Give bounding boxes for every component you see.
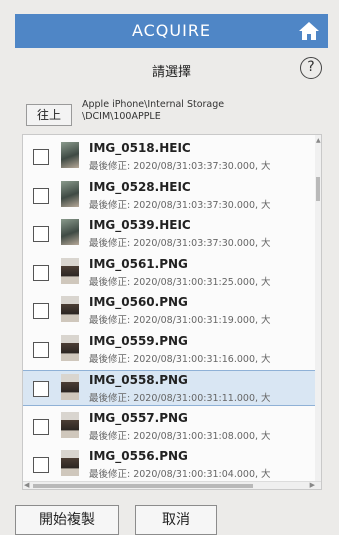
file-modified: 最後修正: 2020/08/31:00:31:04.000, 大 [89,469,271,480]
file-checkbox[interactable] [33,264,49,281]
current-path: Apple iPhone\Internal Storage \DCIM\100A… [82,99,225,122]
action-bar: 開始複製 取消 [15,505,328,535]
file-row[interactable]: IMG_0528.HEIC 最後修正: 2020/08/31:03:37:30.0… [23,178,317,214]
file-checkbox[interactable] [33,303,49,319]
file-row[interactable]: IMG_0557.PNG 最後修正: 2020/08/31:00:31:08.00… [23,409,317,445]
scroll-left-icon[interactable]: ◀ [24,481,29,489]
file-list: IMG_0518.HEIC 最後修正: 2020/08/31:03:37:30.0… [22,134,322,490]
file-modified: 最後修正: 2020/08/31:00:31:08.000, 大 [89,430,271,442]
file-thumbnail [61,257,79,284]
file-row[interactable]: IMG_0561.PNG 最後修正: 2020/08/31:00:31:25.00… [23,255,317,291]
up-button[interactable]: 往上 [26,104,72,126]
file-checkbox[interactable] [33,418,49,435]
file-thumbnail [61,334,79,361]
file-name: IMG_0559.PNG [89,333,188,348]
file-checkbox[interactable] [33,341,49,358]
file-modified: 最後修正: 2020/08/31:00:31:16.000, 大 [89,353,271,365]
file-checkbox[interactable] [33,457,49,473]
home-icon [299,22,319,40]
file-modified: 最後修正: 2020/08/31:03:37:30.000, 大 [89,161,271,172]
app-title: ACQUIRE [131,21,212,40]
scroll-up-icon[interactable]: ▲ [316,137,321,144]
path-row: 往上 Apple iPhone\Internal Storage \DCIM\1… [26,96,326,130]
acquire-screen: ACQUIRE 請選擇 ? 往上 Apple iPhone\Internal S… [0,0,339,535]
file-row[interactable]: IMG_0518.HEIC 最後修正: 2020/08/31:03:37:30.0… [23,139,317,175]
file-row[interactable]: IMG_0539.HEIC 最後修正: 2020/08/31:03:37:30.0… [23,216,317,252]
title-bar: ACQUIRE [15,14,328,48]
horizontal-scroll-thumb[interactable] [33,484,253,488]
file-thumbnail [61,411,79,438]
file-checkbox[interactable] [33,149,49,165]
file-row[interactable]: IMG_0560.PNG 最後修正: 2020/08/31:00:31:19.00… [23,293,317,329]
file-thumbnail [61,374,79,400]
file-name: IMG_0560.PNG [89,295,188,309]
file-checkbox[interactable] [33,226,49,242]
file-name: IMG_0539.HEIC [89,218,191,232]
file-modified: 最後修正: 2020/08/31:03:37:30.000, 大 [89,199,271,211]
scroll-right-icon[interactable]: ▶ [310,481,315,489]
home-button[interactable] [298,20,320,42]
file-name: IMG_0558.PNG [89,373,188,387]
file-thumbnail [61,219,79,245]
file-name: IMG_0556.PNG [89,449,188,463]
file-name: IMG_0518.HEIC [89,141,191,155]
file-name: IMG_0557.PNG [89,410,188,425]
vertical-scrollbar[interactable]: ▲ [315,135,321,481]
file-thumbnail [61,142,79,168]
file-row[interactable]: IMG_0558.PNG 最後修正: 2020/08/31:00:31:11.00… [23,370,317,406]
file-checkbox[interactable] [33,187,49,204]
file-thumbnail [61,180,79,207]
horizontal-scrollbar[interactable]: ◀ ▶ [23,481,321,489]
file-name: IMG_0528.HEIC [89,179,191,194]
file-row[interactable]: IMG_0559.PNG 最後修正: 2020/08/31:00:31:16.00… [23,332,317,368]
select-prompt: 請選擇 [151,65,191,80]
file-name: IMG_0561.PNG [89,256,188,271]
file-thumbnail [61,450,79,476]
file-row[interactable]: IMG_0556.PNG 最後修正: 2020/08/31:00:31:04.00… [23,447,317,483]
start-copy-button[interactable]: 開始複製 [15,505,119,535]
file-modified: 最後修正: 2020/08/31:00:31:11.000, 大 [89,393,271,404]
file-thumbnail [61,296,79,322]
cancel-button[interactable]: 取消 [135,505,217,535]
vertical-scroll-thumb[interactable] [316,177,320,201]
file-modified: 最後修正: 2020/08/31:00:31:25.000, 大 [89,276,271,288]
subheader: 請選擇 ? [15,56,328,84]
file-modified: 最後修正: 2020/08/31:00:31:19.000, 大 [89,315,271,326]
help-button[interactable]: ? [300,57,322,79]
file-modified: 最後修正: 2020/08/31:03:37:30.000, 大 [89,238,271,249]
file-checkbox[interactable] [33,381,49,397]
